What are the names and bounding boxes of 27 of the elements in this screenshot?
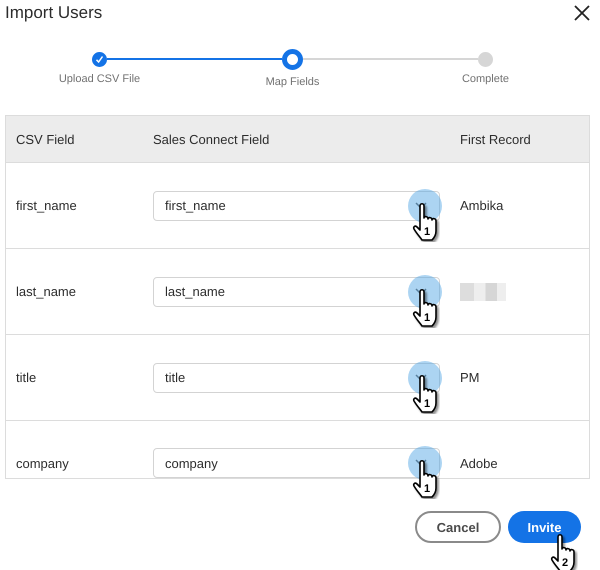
column-header: Sales Connect Field [153,132,270,146]
first-record-value: PM [460,370,480,385]
step-number: 1 [424,398,430,410]
step-label: Upload CSV File [58,73,140,85]
close-icon[interactable] [574,5,590,21]
step-label: Complete [462,73,510,85]
step-number: 2 [562,557,568,569]
step-number: 1 [424,226,430,238]
first-record-value: Adobe [460,455,499,471]
first-record-value: Ambika [460,198,504,213]
step-number: 1 [424,483,430,495]
csv-field-name: company [15,455,70,471]
column-header: CSV Field [15,132,76,146]
step-label: Map Fields [266,76,320,88]
column-header: First Record [460,132,532,146]
invite-button[interactable]: Invite [508,511,581,543]
dropdown-value: last_name [165,284,225,299]
dialog-title: Import Users [5,3,102,23]
csv-field-name: first_name [15,198,78,213]
csv-field-name: last_name [15,284,77,299]
dropdown-value: first_name [165,198,226,213]
step-number: 1 [424,312,430,324]
dropdown-value: company [165,456,218,470]
hand-cursor-icon [550,533,578,570]
csv-field-name: title [15,370,38,385]
cancel-button[interactable]: Cancel [415,511,501,543]
dropdown-value: title [165,370,186,385]
